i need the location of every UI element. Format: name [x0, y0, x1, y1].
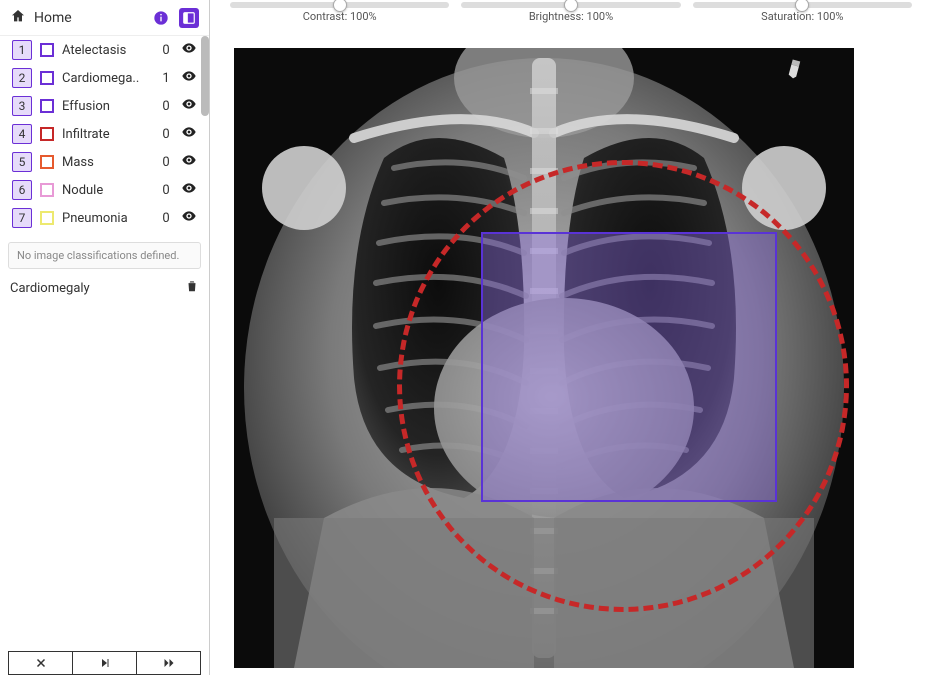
label-name: Mass — [62, 155, 151, 170]
label-color-swatch — [40, 43, 54, 57]
label-name: Pneumonia — [62, 211, 151, 226]
label-row[interactable]: 5 Mass 0 — [0, 148, 209, 176]
playback-controls — [0, 651, 209, 675]
label-row[interactable]: 4 Infiltrate 0 — [0, 120, 209, 148]
label-color-swatch — [40, 183, 54, 197]
image-canvas[interactable] — [234, 48, 854, 668]
label-hotkey: 2 — [12, 68, 32, 88]
label-row[interactable]: 7 Pneumonia 0 — [0, 204, 209, 232]
saturation-slider[interactable] — [693, 2, 912, 8]
no-classifications-message: No image classifications defined. — [8, 242, 201, 269]
label-name: Infiltrate — [62, 127, 151, 142]
fast-forward-button[interactable] — [137, 651, 201, 675]
label-row[interactable]: 6 Nodule 0 — [0, 176, 209, 204]
label-name: Atelectasis — [62, 43, 151, 58]
label-row[interactable]: 2 Cardiomega.. 1 — [0, 64, 209, 92]
sidebar: Home 1 Atelectasis 0 2 Cardiomega.. 1 3 Effusio… — [0, 0, 210, 675]
annotation-rect-cardiomegaly[interactable] — [481, 232, 777, 502]
panel-toggle-icon[interactable] — [179, 8, 199, 28]
visibility-toggle-icon[interactable] — [181, 152, 197, 172]
label-count: 0 — [159, 211, 173, 226]
label-color-swatch — [40, 155, 54, 169]
label-hotkey: 3 — [12, 96, 32, 116]
annotation-entry[interactable]: Cardiomegaly — [0, 275, 209, 301]
label-count: 0 — [159, 99, 173, 114]
contrast-control: Contrast: 100% — [230, 0, 449, 23]
label-count: 0 — [159, 43, 173, 58]
label-row[interactable]: 3 Effusion 0 — [0, 92, 209, 120]
label-count: 0 — [159, 183, 173, 198]
scrollbar-thumb[interactable] — [201, 36, 209, 116]
label-count: 0 — [159, 155, 173, 170]
label-hotkey: 1 — [12, 40, 32, 60]
label-name: Nodule — [62, 183, 151, 198]
label-name: Cardiomega.. — [62, 71, 151, 86]
main-area: Contrast: 100% Brightness: 100% Saturati… — [210, 0, 932, 675]
label-hotkey: 4 — [12, 124, 32, 144]
label-name: Effusion — [62, 99, 151, 114]
label-color-swatch — [40, 99, 54, 113]
step-forward-button[interactable] — [73, 651, 137, 675]
saturation-control: Saturation: 100% — [693, 0, 912, 23]
visibility-toggle-icon[interactable] — [181, 68, 197, 88]
label-hotkey: 6 — [12, 180, 32, 200]
brightness-control: Brightness: 100% — [461, 0, 680, 23]
visibility-toggle-icon[interactable] — [181, 180, 197, 200]
image-adjustments: Contrast: 100% Brightness: 100% Saturati… — [210, 0, 932, 36]
visibility-toggle-icon[interactable] — [181, 124, 197, 144]
label-color-swatch — [40, 127, 54, 141]
home-icon[interactable] — [10, 8, 26, 28]
close-button[interactable] — [8, 651, 73, 675]
delete-annotation-icon[interactable] — [185, 279, 199, 297]
label-row[interactable]: 1 Atelectasis 0 — [0, 36, 209, 64]
contrast-slider[interactable] — [230, 2, 449, 8]
label-hotkey: 7 — [12, 208, 32, 228]
annotation-name: Cardiomegaly — [10, 281, 90, 296]
visibility-toggle-icon[interactable] — [181, 40, 197, 60]
visibility-toggle-icon[interactable] — [181, 96, 197, 116]
sidebar-header: Home — [0, 0, 209, 36]
brightness-slider[interactable] — [461, 2, 680, 8]
label-count: 0 — [159, 127, 173, 142]
label-color-swatch — [40, 71, 54, 85]
home-label[interactable]: Home — [34, 10, 143, 26]
label-count: 1 — [159, 71, 173, 86]
label-hotkey: 5 — [12, 152, 32, 172]
label-list: 1 Atelectasis 0 2 Cardiomega.. 1 3 Effusion 0 4 In… — [0, 36, 209, 232]
visibility-toggle-icon[interactable] — [181, 208, 197, 228]
label-color-swatch — [40, 211, 54, 225]
info-icon[interactable] — [151, 8, 171, 28]
